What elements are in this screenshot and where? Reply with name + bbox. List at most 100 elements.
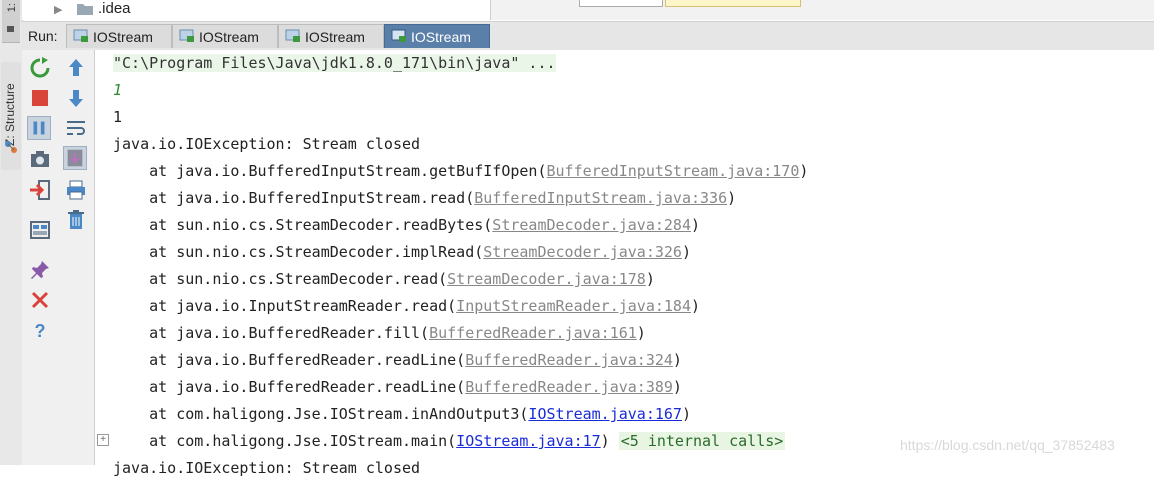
stack-frame-link[interactable]: BufferedReader.java:389 (465, 378, 673, 396)
run-tab-1[interactable]: IOStream (66, 24, 172, 48)
scroll-up-icon[interactable] (64, 56, 88, 80)
structure-tool-tab[interactable]: Z: Structure (1, 62, 21, 170)
stack-frame-end: ) (727, 189, 737, 207)
editor-highlight-box (665, 0, 801, 7)
run-tab-label: IOStream (411, 29, 471, 45)
run-tab-label: IOStream (199, 29, 259, 45)
console-output-line: 1 (113, 108, 123, 126)
console-user-input: 1 (113, 81, 123, 99)
stack-frame-link[interactable]: BufferedInputStream.java:170 (546, 162, 799, 180)
stack-frame-link[interactable]: StreamDecoder.java:178 (447, 270, 646, 288)
stop-icon[interactable] (28, 86, 52, 110)
stack-frame-link[interactable]: IOStream.java:17 (456, 432, 601, 450)
pause-icon (33, 121, 45, 135)
run-tab-2[interactable]: IOStream (172, 24, 278, 48)
run-label: Run: (28, 28, 58, 44)
stack-frame-link[interactable]: StreamDecoder.java:284 (492, 216, 691, 234)
project-icon (7, 26, 14, 32)
scroll-to-end-button[interactable] (63, 146, 87, 170)
stack-frame-link[interactable]: IOStream.java:167 (528, 405, 682, 423)
stack-frame-text: at java.io.BufferedReader.readLine( (113, 351, 466, 369)
stack-frame-text: at com.haligong.Jse.IOStream.inAndOutput… (113, 405, 529, 423)
stack-frame: at java.io.BufferedReader.readLine(Buffe… (113, 351, 682, 369)
stack-frame-end: ) (799, 162, 809, 180)
print-icon[interactable] (64, 178, 88, 202)
stack-frame-link[interactable]: BufferedInputStream.java:336 (474, 189, 727, 207)
structure-icon (5, 141, 17, 153)
dump-threads-icon[interactable] (28, 148, 52, 172)
console-command-line: "C:\Program Files\Java\jdk1.8.0_171\bin\… (113, 54, 556, 72)
watermark: https://blog.csdn.net/qq_37852483 (900, 437, 1115, 453)
stack-frame-end: ) (645, 270, 655, 288)
stack-frame-end: ) (690, 216, 701, 234)
soft-wrap-icon[interactable] (64, 116, 88, 140)
run-config-icon (391, 29, 406, 42)
expand-arrow-icon[interactable]: ▶ (54, 3, 62, 16)
stack-frame-link[interactable]: BufferedReader.java:324 (465, 351, 673, 369)
exception-message-partial: java.io.IOException: Stream closed (113, 459, 421, 477)
project-tool-tab-label: 1: (6, 3, 18, 13)
run-tab-label: IOStream (93, 29, 153, 45)
stack-frame-end: ) (681, 243, 691, 261)
run-config-icon (285, 29, 300, 42)
project-tree-row[interactable]: ▶ .idea (22, 0, 490, 20)
stack-frame: at java.io.BufferedInputStream.getBufIfO… (113, 162, 808, 180)
layout-icon[interactable] (28, 218, 52, 242)
stack-frame-text: at sun.nio.cs.StreamDecoder.read( (113, 270, 448, 288)
stack-frame-link[interactable]: BufferedReader.java:161 (429, 324, 637, 342)
editor-top-area (490, 0, 1154, 20)
run-tab-label: IOStream (305, 29, 365, 45)
stack-frame-text: at java.io.BufferedInputStream.read( (113, 189, 475, 207)
run-config-icon (179, 29, 194, 42)
scroll-down-icon[interactable] (64, 86, 88, 110)
run-tab-4-active[interactable]: IOStream (384, 24, 490, 48)
stack-frame: at sun.nio.cs.StreamDecoder.read(StreamD… (113, 270, 655, 288)
stack-frame-end: ) (690, 297, 701, 315)
stack-frame-text: at java.io.BufferedInputStream.getBufIfO… (113, 162, 547, 180)
stack-frame-end: ) (681, 405, 691, 423)
structure-tool-tab-label: Z: Structure (3, 83, 17, 146)
expand-fold-icon[interactable]: + (97, 434, 109, 446)
stack-frame-end: ) (600, 432, 610, 450)
stack-frame: at sun.nio.cs.StreamDecoder.implRead(Str… (113, 243, 691, 261)
stack-frame-text: at java.io.BufferedReader.readLine( (113, 378, 466, 396)
stack-frame-text: at sun.nio.cs.StreamDecoder.readBytes( (113, 216, 493, 234)
exit-icon[interactable] (28, 178, 52, 202)
stack-frame: at com.haligong.Jse.IOStream.inAndOutput… (113, 405, 691, 423)
stack-frame: at java.io.BufferedInputStream.read(Buff… (113, 189, 736, 207)
stack-frame-end: ) (672, 351, 682, 369)
svg-text:?: ? (35, 321, 46, 341)
tree-item-label: .idea (98, 0, 131, 17)
run-tab-3[interactable]: IOStream (278, 24, 384, 48)
stack-frame: at java.io.BufferedReader.fill(BufferedR… (113, 324, 646, 342)
stack-frame-text: at com.haligong.Jse.IOStream.main( (113, 432, 457, 450)
exception-message: java.io.IOException: Stream closed (113, 135, 421, 153)
stack-frame-end: ) (636, 324, 646, 342)
pin-icon[interactable] (28, 258, 52, 282)
stack-frame: at com.haligong.Jse.IOStream.main(IOStre… (113, 432, 786, 450)
stack-frame-text: at java.io.BufferedReader.fill( (113, 324, 430, 342)
folder-icon (77, 4, 93, 15)
left-tool-strip: 1: Z: Structure (0, 0, 23, 465)
run-toolbar-primary: ? (22, 50, 58, 465)
stack-frame-text: at java.io.InputStreamReader.read( (113, 297, 457, 315)
console-output[interactable]: "C:\Program Files\Java\jdk1.8.0_171\bin\… (95, 50, 1154, 477)
project-tool-tab[interactable]: 1: (2, 0, 20, 43)
rerun-icon[interactable] (28, 56, 52, 80)
run-tab-bar: Run: IOStream IOStream IOStream IOStream (22, 21, 1154, 51)
stack-frame-link[interactable]: InputStreamReader.java:184 (456, 297, 691, 315)
run-config-icon (73, 29, 88, 42)
help-icon[interactable]: ? (28, 318, 52, 342)
internal-calls-fold[interactable]: <5 internal calls> (618, 432, 786, 450)
stack-frame: at sun.nio.cs.StreamDecoder.readBytes(St… (113, 216, 700, 234)
stack-frame: at java.io.InputStreamReader.read(InputS… (113, 297, 700, 315)
close-icon[interactable] (28, 288, 52, 312)
run-toolbar-secondary (57, 50, 95, 465)
pause-button[interactable] (27, 116, 51, 140)
editor-box (579, 0, 663, 7)
stack-frame: at java.io.BufferedReader.readLine(Buffe… (113, 378, 682, 396)
stack-frame-link[interactable]: StreamDecoder.java:326 (483, 243, 682, 261)
stack-frame-end: ) (672, 378, 682, 396)
clear-all-icon[interactable] (64, 208, 88, 232)
stack-frame-text: at sun.nio.cs.StreamDecoder.implRead( (113, 243, 484, 261)
